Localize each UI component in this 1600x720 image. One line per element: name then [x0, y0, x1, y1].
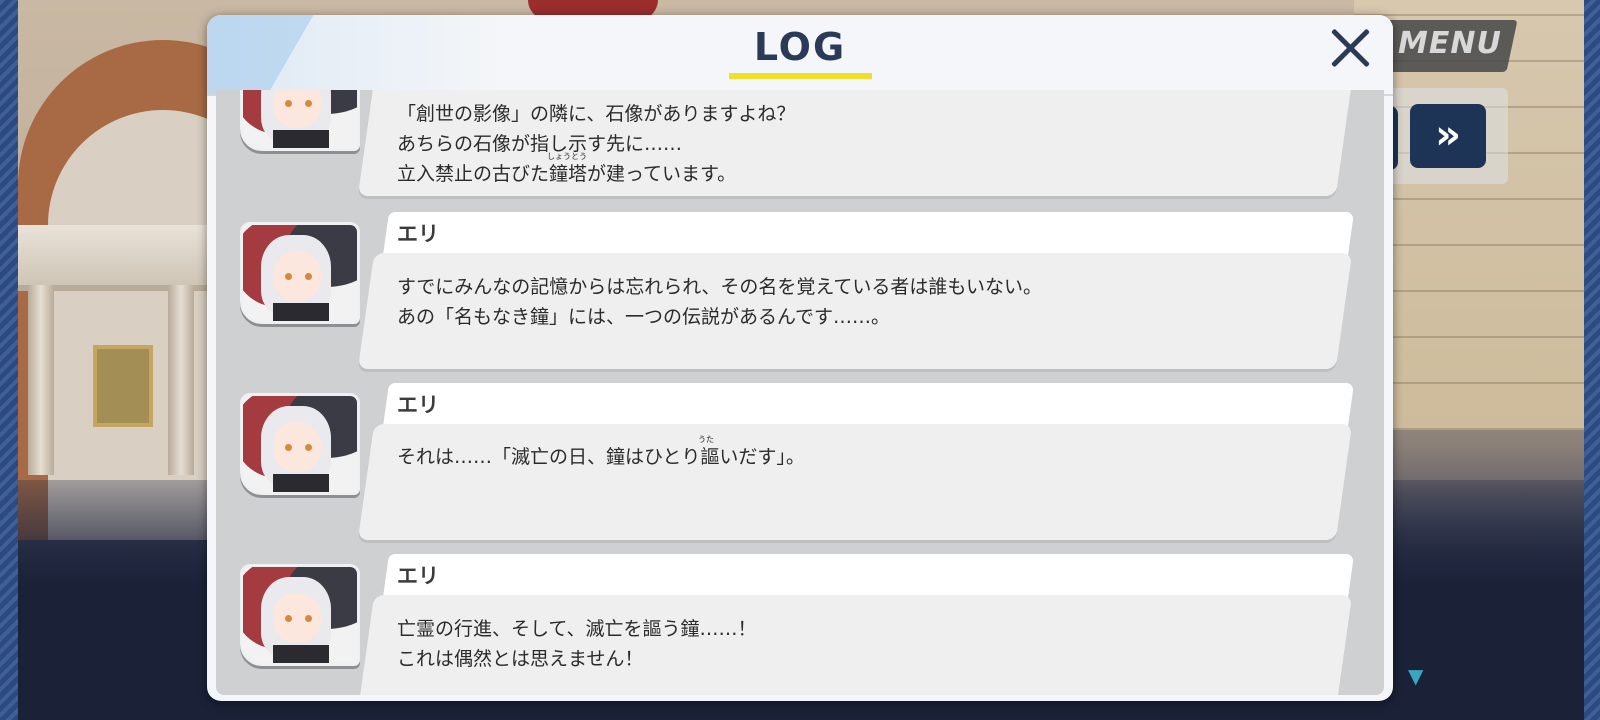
message-line: 立入禁止の古びた鐘塔が建っています。 [397, 163, 737, 185]
pillar [168, 285, 194, 475]
log-entry: エリ 亡霊の行進、そして、滅亡を謳う鐘……！ これは偶然とは思えません！ [216, 554, 1384, 695]
fast-forward-icon[interactable]: » [1410, 104, 1486, 168]
log-window: LOG 「創世の影像」の隣に、石像がありますよね？ あちらの石像が指し示す先に…… [207, 15, 1393, 701]
message-line: 亡霊の行進、そして、滅亡を謳う鐘……！ [397, 618, 757, 640]
avatar [240, 90, 360, 151]
painting [93, 345, 153, 427]
avatar [240, 564, 360, 666]
message-line: それは……「滅亡の日、鐘はひとり謳いだす」。 [397, 446, 805, 468]
message-line: あの「名もなき鐘」には、一つの伝説があるんです……。 [397, 306, 891, 328]
log-title: LOG [753, 25, 847, 69]
speaker-tab [382, 212, 1355, 256]
log-entry: 「創世の影像」の隣に、石像がありますよね？ あちらの石像が指し示す先に…… しょ… [216, 90, 1384, 202]
speaker-tab [382, 554, 1355, 598]
down-triangle-icon[interactable]: ▼ [1408, 664, 1423, 688]
message-line: 「創世の影像」の隣に、石像がありますよね？ [397, 103, 796, 125]
message-line: これは偶然とは思えません！ [397, 648, 644, 670]
menu-label[interactable]: MENU [1398, 26, 1502, 61]
balcony [18, 225, 238, 291]
close-icon[interactable] [1327, 25, 1373, 71]
message-line: あちらの石像が指し示す先に…… [397, 133, 683, 155]
avatar [240, 393, 360, 495]
avatar [240, 222, 360, 324]
message-line: すでにみんなの記憶からは忘れられ、その名を覚えている者は誰もいない。 [397, 276, 1043, 298]
log-entry: エリ すでにみんなの記憶からは忘れられ、その名を覚えている者は誰もいない。 あの… [216, 212, 1384, 375]
pillar [28, 285, 54, 475]
speaker-name: エリ [397, 393, 439, 417]
title-underline [729, 73, 872, 79]
speaker-tab [382, 383, 1355, 427]
speaker-name: エリ [397, 564, 439, 588]
log-list[interactable]: 「創世の影像」の隣に、石像がありますよね？ あちらの石像が指し示す先に…… しょ… [216, 90, 1384, 695]
log-entry: エリ うた それは……「滅亡の日、鐘はひとり謳いだす」。 [216, 383, 1384, 546]
speaker-name: エリ [397, 222, 439, 246]
